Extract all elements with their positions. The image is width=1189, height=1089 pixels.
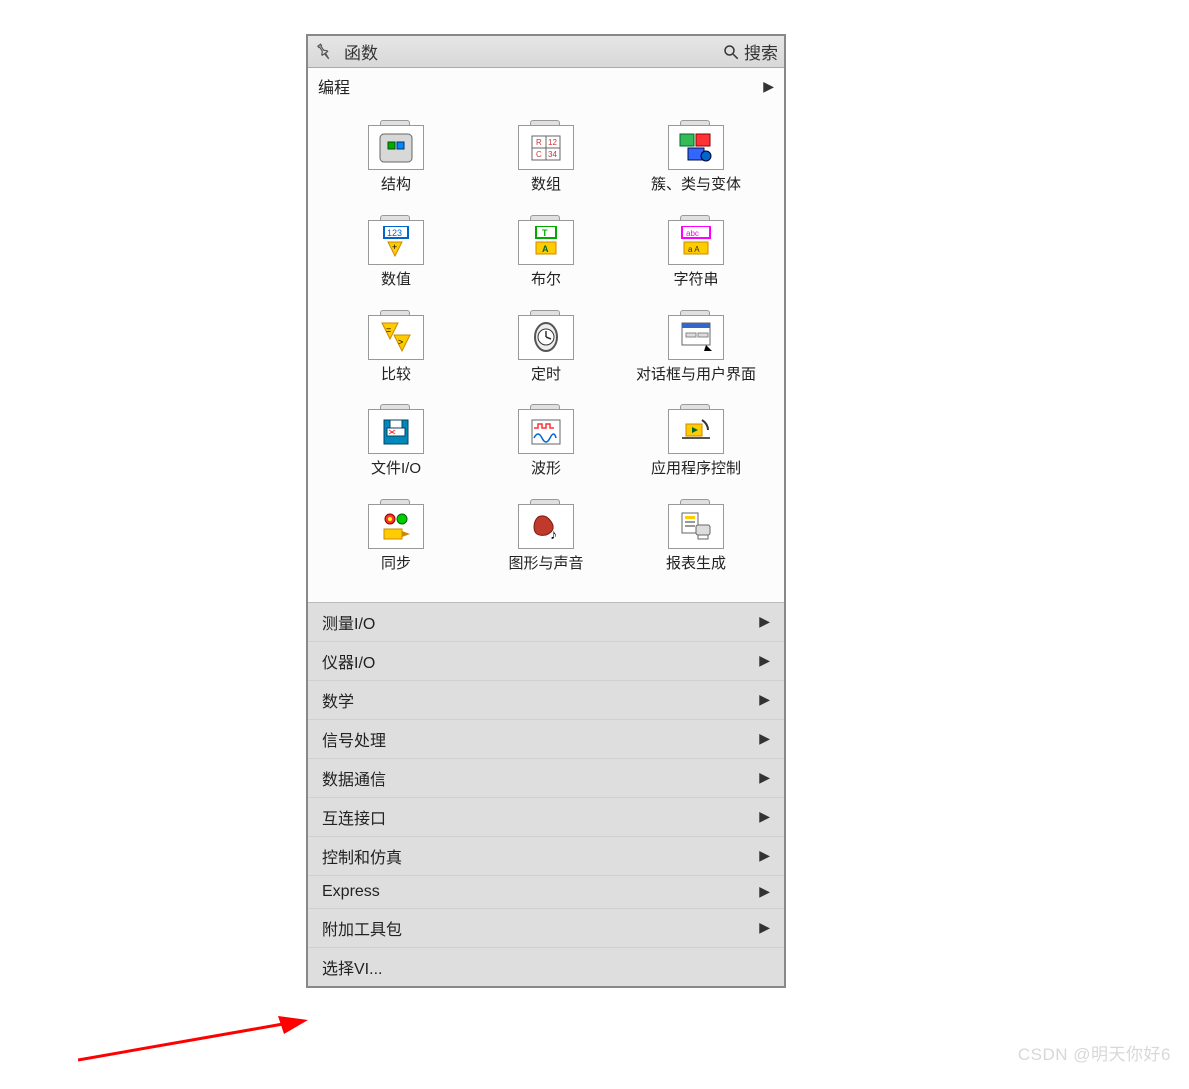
chevron-right-icon: ▶ <box>759 883 770 900</box>
compare-icon: => <box>368 310 424 360</box>
menu-item-5[interactable]: 互连接口 ▶ <box>308 798 784 837</box>
palette-item-label: 簇、类与变体 <box>651 176 741 195</box>
svg-text:12: 12 <box>548 138 557 147</box>
category-programming[interactable]: 编程 ▶ <box>308 68 784 102</box>
palette-item-compare[interactable]: =>比较 <box>336 310 456 385</box>
menu-item-8[interactable]: 附加工具包 ▶ <box>308 909 784 948</box>
chevron-right-icon: ▶ <box>763 78 774 95</box>
graphics-icon: ♪ <box>518 499 574 549</box>
palette-item-boolean[interactable]: TA 布尔 <box>486 215 606 290</box>
palette-item-fileio[interactable]: 文件I/O <box>336 404 456 479</box>
svg-text:34: 34 <box>548 150 557 159</box>
palette-item-label: 同步 <box>381 555 411 574</box>
menu-item-0[interactable]: 测量I/O ▶ <box>308 603 784 642</box>
menu-item-label: Express <box>322 883 380 901</box>
palette-item-numeric[interactable]: 123 + 数值 <box>336 215 456 290</box>
svg-text:T: T <box>542 228 548 238</box>
svg-text:A: A <box>542 244 549 254</box>
menu-item-7[interactable]: Express ▶ <box>308 876 784 909</box>
menu-item-label: 数学 <box>322 688 354 712</box>
palette-item-label: 比较 <box>381 366 411 385</box>
menu-item-1[interactable]: 仪器I/O ▶ <box>308 642 784 681</box>
watermark-text: CSDN @明天你好6 <box>1018 1040 1171 1065</box>
menu-item-label: 仪器I/O <box>322 649 375 673</box>
search-button[interactable]: 搜索 <box>722 39 778 64</box>
palette-item-appctrl[interactable]: 应用程序控制 <box>636 404 756 479</box>
svg-text:C: C <box>536 150 542 159</box>
cluster-icon <box>668 120 724 170</box>
menu-item-4[interactable]: 数据通信 ▶ <box>308 759 784 798</box>
palette-item-label: 对话框与用户界面 <box>636 366 756 385</box>
report-icon <box>668 499 724 549</box>
svg-text:>: > <box>398 337 403 347</box>
palette-item-label: 定时 <box>531 366 561 385</box>
timing-icon <box>518 310 574 360</box>
category-menu-list: 测量I/O▶仪器I/O▶数学▶信号处理▶数据通信▶互连接口▶控制和仿真▶Expr… <box>308 602 784 986</box>
palette-item-label: 字符串 <box>673 271 718 290</box>
svg-text:123: 123 <box>387 228 402 238</box>
palette-item-label: 数值 <box>381 271 411 290</box>
menu-item-label: 选择VI... <box>322 955 382 979</box>
numeric-icon: 123 + <box>368 215 424 265</box>
palette-item-dialog[interactable]: 对话框与用户界面 <box>636 310 756 385</box>
palette-item-label: 应用程序控制 <box>651 460 741 479</box>
palette-item-sync[interactable]: 同步 <box>336 499 456 574</box>
palette-item-label: 布尔 <box>531 271 561 290</box>
menu-item-label: 控制和仿真 <box>322 844 402 868</box>
menu-item-2[interactable]: 数学 ▶ <box>308 681 784 720</box>
palette-item-label: 数组 <box>531 176 561 195</box>
palette-item-label: 波形 <box>531 460 561 479</box>
palette-item-label: 文件I/O <box>371 460 421 479</box>
functions-palette: 函数 搜索 编程 ▶ 结构 R 12 C 34 数组 簇、类与变体 123 + 数值 TA 布尔 abc… <box>306 34 786 988</box>
palette-item-waveform[interactable]: 波形 <box>486 404 606 479</box>
chevron-right-icon: ▶ <box>759 730 770 747</box>
menu-item-label: 互连接口 <box>322 805 386 829</box>
chevron-right-icon: ▶ <box>759 919 770 936</box>
palette-item-array[interactable]: R 12 C 34 数组 <box>486 120 606 195</box>
palette-item-string[interactable]: abc a A 字符串 <box>636 215 756 290</box>
palette-item-cluster[interactable]: 簇、类与变体 <box>636 120 756 195</box>
palette-title: 函数 <box>344 39 722 64</box>
menu-item-6[interactable]: 控制和仿真 ▶ <box>308 837 784 876</box>
menu-item-9[interactable]: 选择VI... <box>308 948 784 986</box>
menu-item-label: 信号处理 <box>322 727 386 751</box>
svg-text:=: = <box>386 325 391 335</box>
waveform-icon <box>518 404 574 454</box>
palette-item-structure[interactable]: 结构 <box>336 120 456 195</box>
chevron-right-icon: ▶ <box>759 808 770 825</box>
svg-text:♪: ♪ <box>550 526 557 542</box>
palette-grid: 结构R12C34数组簇、类与变体123+数值TA布尔abca A字符串=>比较定… <box>308 102 784 602</box>
search-icon <box>722 43 740 61</box>
palette-item-label: 图形与声音 <box>508 555 583 574</box>
svg-text:a A: a A <box>688 245 700 254</box>
fileio-icon <box>368 404 424 454</box>
boolean-icon: TA <box>518 215 574 265</box>
palette-item-label: 结构 <box>381 176 411 195</box>
dialog-icon <box>668 310 724 360</box>
menu-item-3[interactable]: 信号处理 ▶ <box>308 720 784 759</box>
chevron-right-icon: ▶ <box>759 691 770 708</box>
sync-icon <box>368 499 424 549</box>
palette-item-timing[interactable]: 定时 <box>486 310 606 385</box>
string-icon: abc a A <box>668 215 724 265</box>
annotation-arrow-icon <box>78 1008 318 1068</box>
svg-text:+: + <box>392 242 397 252</box>
chevron-right-icon: ▶ <box>759 847 770 864</box>
svg-text:abc: abc <box>686 229 699 238</box>
menu-item-label: 测量I/O <box>322 610 375 634</box>
menu-item-label: 数据通信 <box>322 766 386 790</box>
appctrl-icon <box>668 404 724 454</box>
chevron-right-icon: ▶ <box>759 652 770 669</box>
svg-text:R: R <box>536 138 542 147</box>
chevron-right-icon: ▶ <box>759 613 770 630</box>
palette-header: 函数 搜索 <box>308 36 784 68</box>
palette-item-label: 报表生成 <box>666 555 726 574</box>
palette-item-graphics[interactable]: ♪ 图形与声音 <box>486 499 606 574</box>
palette-item-report[interactable]: 报表生成 <box>636 499 756 574</box>
pin-icon[interactable] <box>314 42 334 62</box>
structure-icon <box>368 120 424 170</box>
menu-item-label: 附加工具包 <box>322 916 402 940</box>
chevron-right-icon: ▶ <box>759 769 770 786</box>
array-icon: R 12 C 34 <box>518 120 574 170</box>
